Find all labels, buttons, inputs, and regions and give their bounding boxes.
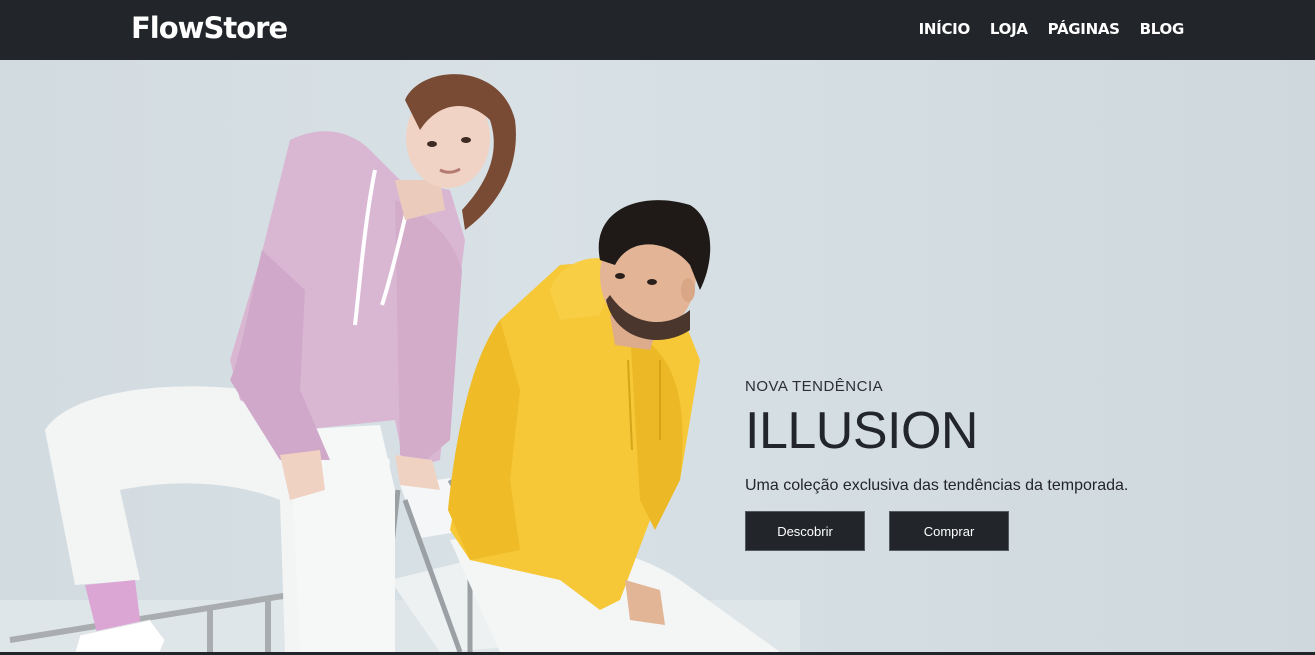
woman-figure [45,74,516,652]
discover-button[interactable]: Descobrir [745,511,865,551]
hero-subtitle: Uma coleção exclusiva das tendências da … [745,477,1129,494]
brand-logo[interactable]: FlowStore [131,11,288,45]
hero-eyebrow: NOVA TENDÊNCIA [745,378,884,395]
nav-link-loja[interactable]: LOJA [990,20,1028,38]
nav-link-inicio[interactable]: INÍCIO [919,20,971,38]
navbar: FlowStore INÍCIO LOJA PÁGINAS BLOG [0,0,1315,60]
nav-link-paginas[interactable]: PÁGINAS [1048,20,1120,38]
nav-menu: INÍCIO LOJA PÁGINAS BLOG [919,20,1185,38]
nav-link-blog[interactable]: BLOG [1140,20,1185,38]
hero-photo [0,74,800,652]
buy-button[interactable]: Comprar [889,511,1009,551]
hero-headline: ILLUSION [745,402,978,460]
hero-content: NOVA TENDÊNCIA ILLUSION Uma coleção excl… [745,378,1128,551]
man-figure [448,200,780,652]
hero-actions: Descobrir Comprar [745,511,1128,551]
hero-banner: NOVA TENDÊNCIA ILLUSION Uma coleção excl… [0,60,1315,652]
